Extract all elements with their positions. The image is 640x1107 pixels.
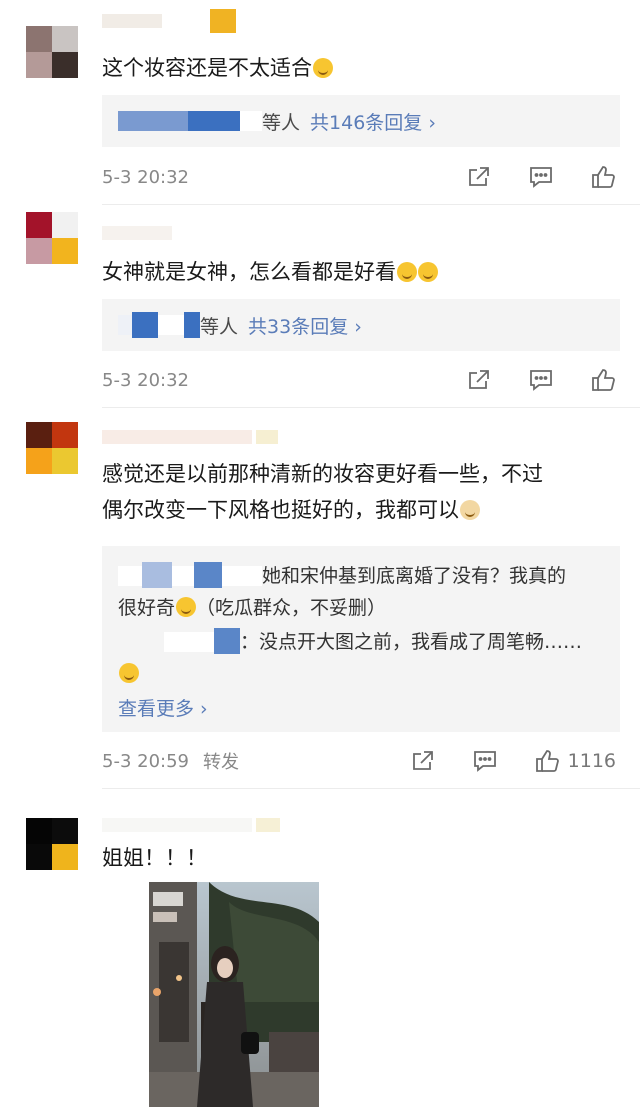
blush-emoji [418, 262, 438, 282]
divider [102, 204, 640, 205]
street-photo-illustration [149, 882, 319, 1107]
reply-username-blurred [164, 632, 214, 652]
thumbs-up-icon[interactable] [590, 367, 616, 393]
laugh-cry-emoji [119, 663, 139, 683]
comment-line: 感觉还是以前那种清新的妆容更好看一些，不过 [102, 462, 543, 486]
reply-username-blurred [142, 562, 172, 588]
reply-summary-box[interactable]: 等人 共33条回复 › [102, 299, 620, 351]
replies-box[interactable]: 她和宋仲基到底离婚了没有？我真的 很好奇 （吃瓜群众，不妥删） ：没点开大图之前，… [102, 546, 620, 732]
comment-icon[interactable] [472, 748, 498, 774]
reply-username-blurred [184, 312, 200, 338]
comment-meta: 5-3 20:32 [102, 364, 616, 396]
avatar[interactable] [26, 422, 78, 474]
avatar[interactable] [26, 818, 78, 870]
view-more-link[interactable]: 查看更多 › [118, 694, 604, 721]
username-blurred[interactable] [102, 224, 172, 242]
reply-count-link[interactable]: 共146条回复 › [310, 108, 436, 135]
share-icon[interactable] [466, 164, 492, 190]
like-count: 1116 [567, 750, 616, 772]
laugh-cry-emoji [313, 58, 333, 78]
thumbs-up-icon[interactable] [534, 748, 560, 774]
comment-meta: 5-3 20:32 [102, 161, 616, 193]
reply-suffix: 等人 [200, 315, 239, 338]
divider [102, 407, 640, 408]
comment-photo[interactable] [149, 882, 319, 1107]
sub-reply-2: ：没点开大图之前，我看成了周笔畅…… [118, 626, 604, 658]
reply-username-blurred [118, 111, 188, 131]
doge-emoji [460, 500, 480, 520]
laugh-cry-emoji [176, 597, 197, 617]
share-icon[interactable] [410, 748, 436, 774]
comment-line: 偶尔改变一下风格也挺好的，我都可以 [102, 492, 614, 528]
username-blurred[interactable] [102, 428, 278, 446]
reply-username-blurred [118, 566, 142, 586]
sub-reply-2-cont [118, 658, 604, 690]
comment-text: 感觉还是以前那种清新的妆容更好看一些，不过 偶尔改变一下风格也挺好的，我都可以 [102, 456, 614, 528]
comment-meta: 5-3 20:59 转发 1116 [102, 745, 616, 777]
divider [102, 788, 640, 789]
comment-icon[interactable] [528, 164, 554, 190]
blush-emoji [397, 262, 417, 282]
sub-reply-1-cont: 很好奇 （吃瓜群众，不妥删） [118, 597, 387, 619]
comment-icon[interactable] [528, 367, 554, 393]
sub-reply-1: 她和宋仲基到底离婚了没有？我真的 [118, 560, 604, 592]
reply-summary-box[interactable]: 等人 共146条回复 › [102, 95, 620, 147]
share-icon[interactable] [466, 367, 492, 393]
reply-count-link[interactable]: 共33条回复 › [248, 312, 362, 339]
comment-text: 女神就是女神，怎么看都是好看 [102, 254, 614, 290]
reply-username-blurred [240, 111, 262, 131]
username-blurred[interactable] [102, 816, 280, 834]
forward-label[interactable]: 转发 [203, 748, 239, 774]
reply-username-blurred [132, 312, 158, 338]
comment-text: 这个妆容还是不太适合 [102, 50, 614, 86]
reply-username-blurred [214, 628, 240, 654]
reply-suffix: 等人 [262, 111, 301, 134]
reply-username-blurred [194, 562, 222, 588]
thumbs-up-icon[interactable] [590, 164, 616, 190]
reply-username-blurred [158, 315, 184, 335]
reply-username-blurred [188, 111, 240, 131]
avatar[interactable] [26, 212, 78, 264]
timestamp: 5-3 20:32 [102, 369, 189, 391]
reply-username-blurred [118, 315, 132, 335]
username-blurred[interactable] [102, 9, 236, 33]
reply-username-blurred [172, 566, 194, 586]
avatar[interactable] [26, 26, 78, 78]
comment-text: 姐姐！！！ [102, 846, 207, 870]
reply-username-blurred [222, 566, 262, 586]
timestamp: 5-3 20:59 [102, 750, 189, 772]
reply-username-blurred [118, 632, 164, 652]
timestamp: 5-3 20:32 [102, 166, 189, 188]
